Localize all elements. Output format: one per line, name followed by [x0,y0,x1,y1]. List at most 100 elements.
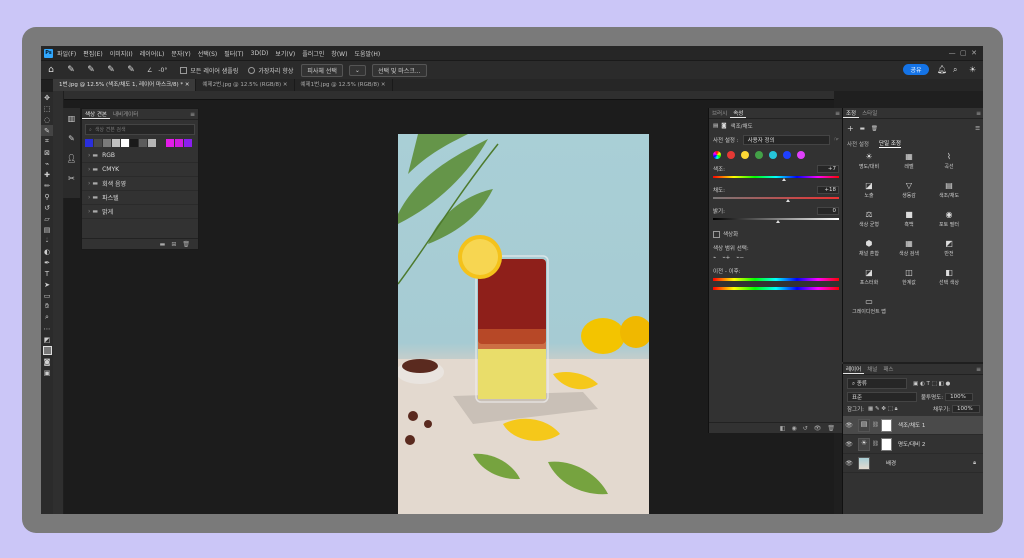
color-swatch[interactable] [85,139,93,147]
opacity-input[interactable]: 100% [945,393,974,401]
blend-mode-dropdown[interactable]: 표준 [847,392,917,402]
tab-paths[interactable]: 패스 [880,365,896,373]
clone-stamp-icon[interactable]: ⚲ [41,191,53,202]
visibility-eye-icon[interactable]: 👁︎ [814,425,822,432]
color-swatch[interactable] [103,139,111,147]
tab-channels[interactable]: 채널 [864,365,880,373]
subject-dropdown-chevron-icon[interactable]: ⌄ [348,64,366,76]
adjustment-item[interactable]: ⚖ 색상 균형 [849,210,889,236]
hue-slider-thumb[interactable] [782,178,787,181]
select-and-mask-button[interactable]: 선택 및 마스크... [371,63,427,77]
subtab-presets[interactable]: 사전 설정 [847,140,869,148]
marquee-tool-icon[interactable]: ⬚ [41,103,53,114]
color-channel-dot[interactable] [741,151,749,159]
history-icon[interactable]: ▥ [63,108,80,128]
color-swatch[interactable] [148,139,156,147]
pen-tool-icon[interactable]: ✒ [41,257,53,268]
default-colors-icon[interactable]: ◩ [41,334,53,345]
tab-layers[interactable]: 레이어 [843,365,865,374]
lightness-slider-thumb[interactable] [776,220,780,223]
lasso-tool-icon[interactable]: ◌ [41,114,53,125]
adjustment-item[interactable]: ▤ 색조/채도 [929,181,969,207]
swatch-search-input[interactable]: ⌕ 색상 견본 검색 [85,124,195,135]
colorize-checkbox[interactable] [713,230,720,238]
adjustment-item[interactable]: ◩ 반전 [929,239,969,265]
panel-menu-icon[interactable]: ≡ [190,111,195,118]
menu-layer[interactable]: 레이어(L) [140,49,165,58]
menu-image[interactable]: 이미지(I) [110,49,133,58]
blur-tool-icon[interactable]: 💧︎ [41,235,53,246]
swatch-folder-grayscale[interactable]: › ▬ 회색 음영 [82,177,198,191]
share-button[interactable]: 공유 [903,64,929,75]
brush-settings-icon[interactable]: ✎ [63,128,80,148]
tab-example-1[interactable]: 예제1번.jpg @ 12.5% (RGB/8) ✕ [295,79,393,91]
color-swatch[interactable] [166,139,174,147]
color-swatch[interactable] [121,139,129,147]
swatch-folder-rgb[interactable]: › ▬ RGB [82,149,198,163]
history-brush-icon[interactable]: ↺ [41,202,53,213]
hue-value-input[interactable]: +7 [817,165,839,173]
layer-row-background[interactable]: 👁︎ 배경 🔒︎ [843,454,983,473]
adjustment-item[interactable]: ▽ 생동감 [889,181,929,207]
layer-row-brightness-contrast[interactable]: 👁︎ ☀ ⛓︎ 명도/대비 2 [843,435,983,454]
adjustment-item[interactable]: ■ 흑백 [889,210,929,236]
link-icon[interactable]: ⛓︎ [872,441,879,447]
menu-file[interactable]: 파일(F) [57,49,76,58]
shape-tool-icon[interactable]: ▭ [41,290,53,301]
adjustment-item[interactable]: ⌇ 곡선 [929,152,969,178]
layer-filter-dropdown[interactable]: ⌕ 종류 [847,378,907,389]
menu-view[interactable]: 보기(V) [275,49,295,58]
layer-name[interactable]: 명도/대비 2 [898,440,925,448]
move-tool-icon[interactable]: ✥ [41,92,53,103]
tab-navigator[interactable]: 내비게이터 [110,110,141,118]
color-swatch[interactable] [139,139,147,147]
adjustment-item[interactable]: ☀ 명도/대비 [849,152,889,178]
subtab-single-adjustments[interactable]: 단일 조정 [879,139,901,148]
menu-plugins[interactable]: 플러그인 [302,49,324,58]
saturation-slider[interactable] [713,197,839,202]
reset-icon[interactable]: ↺ [803,425,808,432]
menu-select[interactable]: 선택(S) [198,49,218,58]
folder-icon[interactable]: ▬ [860,126,865,132]
adjustment-item[interactable]: ▦ 색상 검색 [889,239,929,265]
eraser-tool-icon[interactable]: ▱ [41,213,53,224]
new-selection-icon[interactable]: ✎ [86,65,96,75]
color-channel-dot[interactable] [769,151,777,159]
view-previous-icon[interactable]: ◉ [791,425,796,432]
lightness-slider[interactable] [713,218,839,223]
mask-icon[interactable]: ◙ [721,123,726,129]
swatch-folder-light[interactable]: › ▬ 밝게 [82,205,198,219]
more-tools-icon[interactable]: ⋯ [41,323,53,334]
quick-mask-icon[interactable]: ◙ [41,356,53,367]
discover-icon[interactable]: ☀ [969,65,976,74]
panel-menu-icon[interactable]: ≡ [835,110,840,117]
eyedropper-plus-icon[interactable]: ⌁+ [722,255,730,261]
sample-all-layers-checkbox[interactable]: 모든 레이어 샘플링 [180,66,238,75]
lock-icon[interactable]: 🔒︎ [973,460,976,467]
color-channel-dot[interactable] [755,151,763,159]
lightness-value-input[interactable]: 0 [817,207,839,215]
healing-brush-icon[interactable]: ✚ [41,169,53,180]
adjustment-item[interactable]: ◪ 포스터화 [849,268,889,294]
visibility-eye-icon[interactable]: 👁︎ [843,460,855,467]
adjustment-item[interactable]: ▦ 레벨 [889,152,929,178]
tab-styles[interactable]: 스타일 [859,109,880,117]
menu-help[interactable]: 도움말(H) [354,49,380,58]
layer-row-hue-saturation[interactable]: 👁︎ ▤ ⛓︎ 색조/채도 1 [843,416,983,435]
clip-to-layer-icon[interactable]: ◧ [780,425,786,432]
menu-type[interactable]: 문자(Y) [171,49,190,58]
eyedropper-tool-icon[interactable]: ⌁ [41,158,53,169]
layer-mask-thumbnail[interactable] [880,418,892,432]
menu-window[interactable]: 창(W) [331,49,347,58]
people-icon[interactable]: 👤︎ [63,148,80,168]
adjustment-item[interactable]: ◉ 포토 필터 [929,210,969,236]
color-swatch[interactable] [157,139,165,147]
adjustment-item[interactable]: ◫ 한계값 [889,268,929,294]
layer-mask-thumbnail[interactable] [880,437,892,451]
zoom-tool-icon[interactable]: ⌕ [41,312,53,323]
hand-tool-icon[interactable]: ✋︎ [41,301,53,312]
select-subject-button[interactable]: 피사체 선택 [301,63,343,77]
hue-slider[interactable] [713,176,839,181]
menu-edit[interactable]: 편집(E) [83,49,103,58]
add-icon[interactable]: + [847,124,854,133]
